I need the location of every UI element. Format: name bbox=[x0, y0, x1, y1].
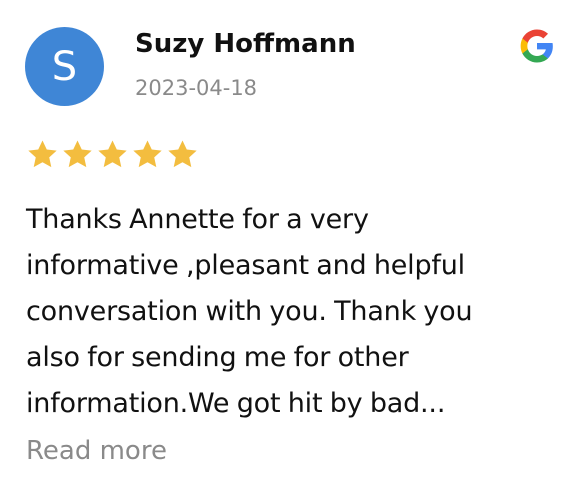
review-text-line: Thanks Annette for a very bbox=[26, 204, 369, 235]
review-text-line: conversation with you. Thank you bbox=[26, 296, 473, 327]
review-text-line: also for sending me for other bbox=[26, 342, 409, 373]
star-icon bbox=[28, 140, 57, 168]
review-text-line: information.We got hit by bad... bbox=[26, 388, 446, 419]
review-card: S Suzy Hoffmann 2023-04-18 Thanks Annett… bbox=[0, 0, 570, 486]
review-date: 2023-04-18 bbox=[135, 76, 258, 100]
review-text: Thanks Annette for a very informative ,p… bbox=[26, 197, 546, 427]
google-icon bbox=[520, 29, 553, 63]
star-icon bbox=[133, 140, 162, 168]
star-rating bbox=[25, 138, 200, 171]
star-icon bbox=[168, 140, 197, 168]
review-text-line: informative ,pleasant and helpful bbox=[26, 250, 465, 281]
avatar-initial: S bbox=[51, 43, 78, 90]
star-icon bbox=[63, 140, 92, 168]
avatar: S bbox=[25, 27, 104, 106]
reviewer-name: Suzy Hoffmann bbox=[135, 29, 356, 59]
star-icon bbox=[98, 140, 127, 168]
read-more-link[interactable]: Read more bbox=[26, 436, 167, 466]
